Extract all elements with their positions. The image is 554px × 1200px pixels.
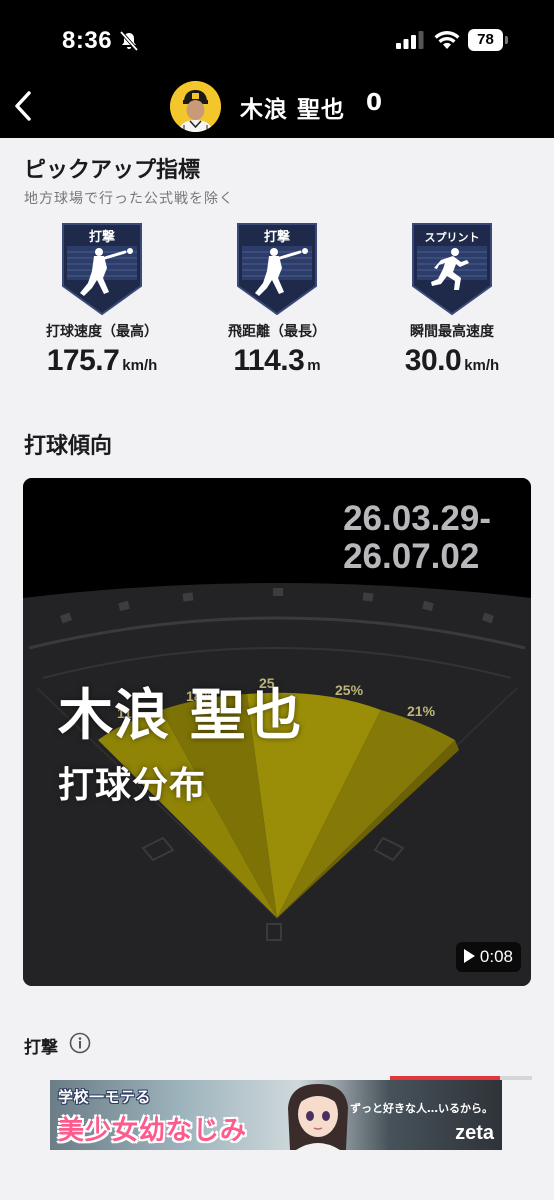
cellular-signal-icon	[396, 31, 424, 49]
badge-label: 打撃	[264, 229, 290, 245]
status-bar: 8:36 78	[0, 0, 554, 74]
metric-value: 175.7 km/h	[12, 344, 192, 378]
battery-level: 78	[468, 29, 503, 51]
metric-value: 114.3 m	[187, 344, 367, 378]
badge-label: スプリント	[425, 230, 480, 244]
player-header: 木浪 聖也 0	[0, 74, 554, 138]
player-avatar	[170, 81, 221, 132]
battery-tip	[505, 36, 508, 44]
wifi-icon	[434, 31, 460, 49]
ad-title: 美少女幼なじみ	[58, 1116, 248, 1146]
pickup-note: 地方球場で行った公式戦を除く	[24, 191, 234, 207]
play-button[interactable]: 0:08	[455, 942, 521, 972]
batting-badge-icon: 打撃	[237, 223, 317, 316]
info-icon[interactable]	[69, 1032, 91, 1054]
metric-label: 瞬間最高速度	[410, 324, 494, 340]
zone-label: 21%	[407, 703, 436, 719]
badge-label: 打撃	[89, 229, 115, 245]
date-from: 26.03.29-	[343, 499, 491, 538]
sprint-badge-icon: スプリント	[412, 223, 492, 316]
ad-tagline: ずっと好きな人…いるから。	[350, 1102, 493, 1115]
play-icon	[463, 949, 475, 963]
metric-distance[interactable]: 打撃 飛距離（最長） 114.3 m	[187, 222, 367, 378]
player-portrait-icon	[170, 81, 221, 132]
pickup-title: ピックアップ指標	[24, 158, 201, 183]
metric-value: 30.0 km/h	[362, 344, 542, 378]
metric-number: 114.3	[233, 344, 305, 377]
metric-exit-velocity[interactable]: 打撃 打球速度（最高） 175.7 km/h	[12, 222, 192, 378]
metric-unit: km/h	[122, 357, 158, 374]
player-number: 0	[366, 90, 383, 116]
ad-headline: 学校一モテる	[58, 1088, 152, 1106]
overlay-subtitle: 打球分布	[58, 765, 207, 806]
metric-unit: km/h	[464, 357, 500, 374]
date-to: 26.07.02	[343, 537, 480, 576]
spray-chart-video[interactable]: 11 18% 25 25% 21% 26.03.29- 26.07.02 木浪 …	[23, 478, 531, 986]
batting-section-label: 打撃	[24, 1038, 58, 1058]
player-name: 木浪 聖也	[240, 97, 346, 123]
metric-label: 打球速度（最高）	[46, 324, 158, 340]
ad-brand-logo: zeta	[455, 1122, 494, 1144]
metric-sprint-speed[interactable]: スプリント 瞬間最高速度 30.0 km/h	[362, 222, 542, 378]
battery-indicator: 78	[468, 29, 508, 51]
bell-muted-icon	[119, 31, 139, 51]
batting-badge-icon: 打撃	[62, 223, 142, 316]
ad-progress-track	[500, 1076, 532, 1080]
zone-label: 25%	[335, 682, 364, 698]
back-chevron-icon[interactable]	[12, 90, 34, 122]
metric-number: 175.7	[46, 344, 120, 377]
metric-unit: m	[307, 357, 321, 374]
status-time: 8:36	[62, 27, 113, 54]
tendency-title: 打球傾向	[24, 434, 113, 459]
date-range: 26.03.29- 26.07.02	[343, 500, 491, 576]
anime-girl-illustration	[288, 1084, 348, 1150]
metric-label: 飛距離（最長）	[228, 324, 326, 340]
metric-number: 30.0	[404, 344, 462, 377]
ad-banner[interactable]: 学校一モテる 美少女幼なじみ ずっと好きな人…いるから。 zeta	[50, 1080, 502, 1150]
video-duration: 0:08	[479, 947, 513, 966]
overlay-player-name: 木浪 聖也	[58, 683, 303, 747]
